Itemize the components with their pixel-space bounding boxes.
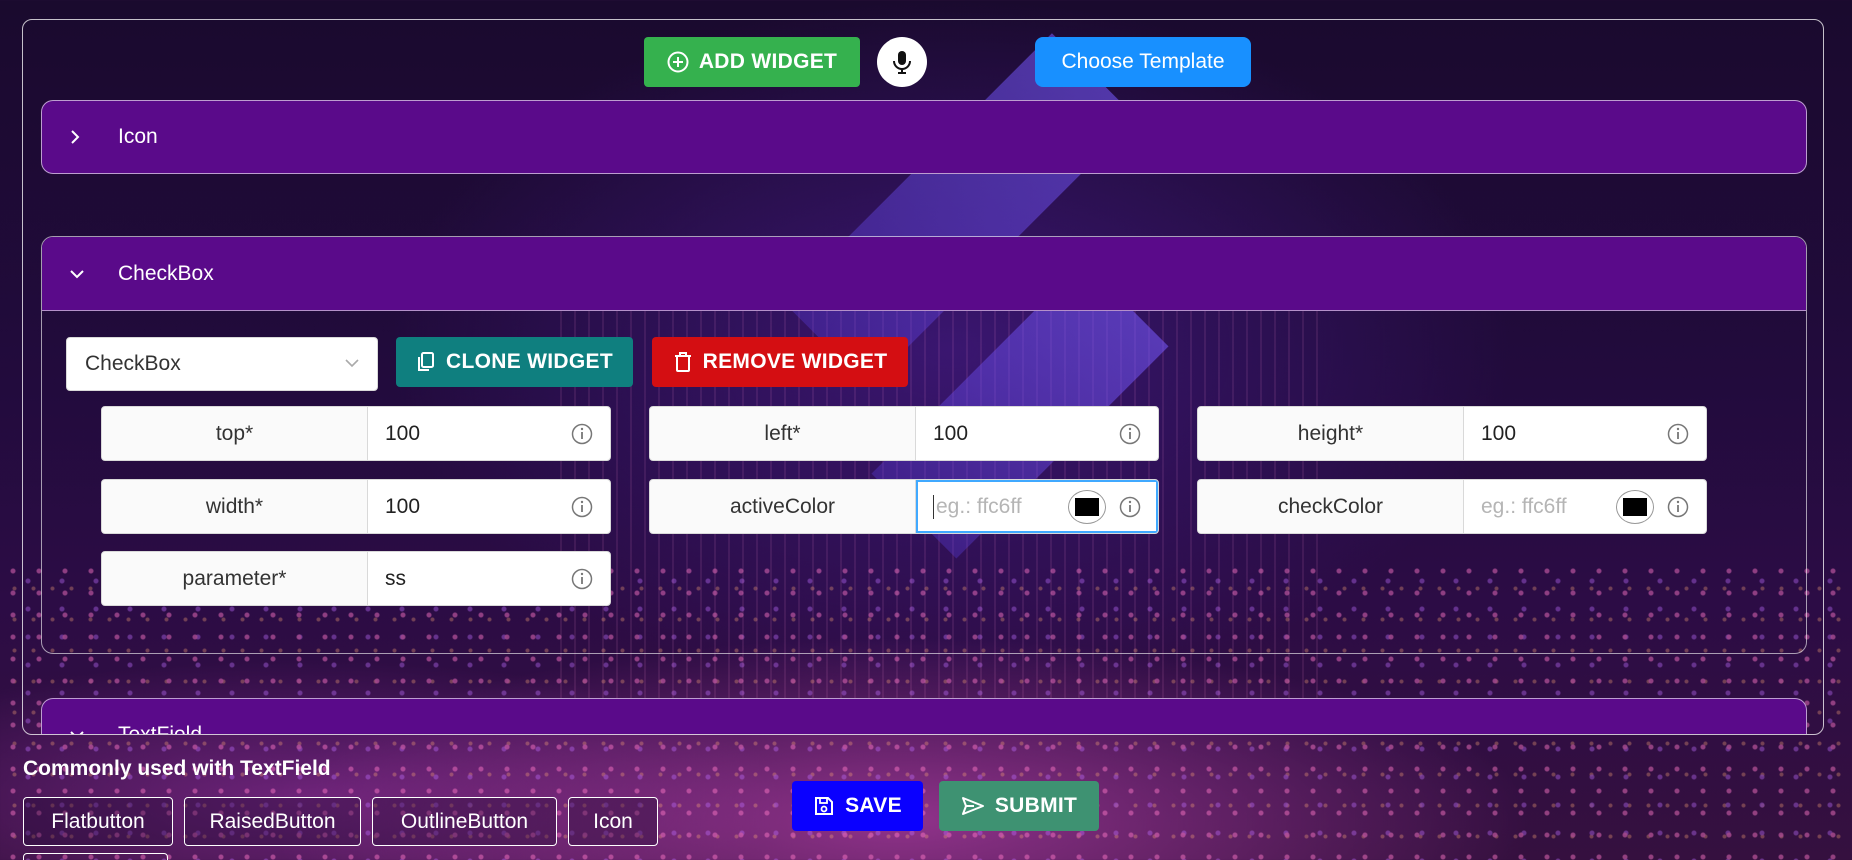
color-swatch-button[interactable] xyxy=(1068,490,1106,524)
chevron-right-icon xyxy=(68,128,96,146)
chevron-down-icon xyxy=(68,267,96,281)
plus-circle-icon xyxy=(667,51,689,73)
widget-type-value: CheckBox xyxy=(85,352,181,375)
field-active-color: activeColor eg.: ffc6ff xyxy=(649,479,1159,534)
parameter-input[interactable]: ss xyxy=(368,552,610,605)
clone-widget-label: CLONE WIDGET xyxy=(446,350,613,373)
info-icon[interactable] xyxy=(1119,423,1141,445)
field-label: checkColor xyxy=(1198,480,1464,533)
color-swatch xyxy=(1075,498,1099,516)
submit-label: SUBMIT xyxy=(994,794,1078,817)
field-parameter: parameter* ss xyxy=(101,551,611,606)
check-color-placeholder: eg.: ffc6ff xyxy=(1481,494,1567,518)
microphone-button[interactable] xyxy=(877,37,927,87)
field-width: width* 100 xyxy=(101,479,611,534)
field-top: top* 100 xyxy=(101,406,611,461)
accordion-checkbox: CheckBox CheckBox CLONE WIDGET REMOVE WI… xyxy=(41,236,1807,654)
width-input[interactable]: 100 xyxy=(368,480,610,533)
field-label: parameter* xyxy=(102,552,368,605)
chip-icon[interactable]: Icon xyxy=(568,797,658,846)
field-height: height* 100 xyxy=(1197,406,1707,461)
chip-overflow[interactable] xyxy=(23,853,168,860)
trash-icon xyxy=(674,352,691,372)
parameter-value: ss xyxy=(385,566,406,590)
widget-type-select[interactable]: CheckBox xyxy=(66,337,378,391)
save-label: SAVE xyxy=(845,794,902,817)
top-toolbar: ADD WIDGET Choose Template xyxy=(23,37,1823,89)
color-swatch-button[interactable] xyxy=(1616,490,1654,524)
remove-widget-label: REMOVE WIDGET xyxy=(702,350,888,373)
commonly-used-title: Commonly used with TextField xyxy=(23,757,331,780)
info-icon[interactable] xyxy=(571,568,593,590)
left-input[interactable]: 100 xyxy=(916,407,1158,460)
add-widget-label: ADD WIDGET xyxy=(698,50,838,73)
field-check-color: checkColor eg.: ffc6ff xyxy=(1197,479,1707,534)
info-icon[interactable] xyxy=(1119,496,1141,518)
microphone-icon xyxy=(893,51,911,74)
chip-flatbutton[interactable]: Flatbutton xyxy=(23,797,173,846)
accordion-checkbox-body: CheckBox CLONE WIDGET REMOVE WIDGET top*… xyxy=(42,311,1806,653)
height-value: 100 xyxy=(1481,421,1517,445)
active-color-placeholder: eg.: ffc6ff xyxy=(936,494,1022,518)
width-value: 100 xyxy=(385,494,421,518)
submit-button[interactable]: SUBMIT xyxy=(939,781,1099,831)
accordion-title: Icon xyxy=(118,125,158,148)
save-button[interactable]: SAVE xyxy=(792,781,923,831)
field-label: left* xyxy=(650,407,916,460)
info-icon[interactable] xyxy=(1667,496,1689,518)
clone-widget-button[interactable]: CLONE WIDGET xyxy=(396,337,633,387)
info-icon[interactable] xyxy=(571,423,593,445)
text-caret xyxy=(933,494,934,519)
remove-widget-button[interactable]: REMOVE WIDGET xyxy=(652,337,908,387)
accordion-title: TextField xyxy=(118,723,203,735)
left-value: 100 xyxy=(933,421,969,445)
chip-outlinebutton[interactable]: OutlineButton xyxy=(372,797,557,846)
chevron-down-icon xyxy=(68,728,96,734)
top-input[interactable]: 100 xyxy=(368,407,610,460)
send-icon xyxy=(961,797,984,815)
chip-raisedbutton[interactable]: RaisedButton xyxy=(184,797,361,846)
choose-template-button[interactable]: Choose Template xyxy=(1035,37,1251,87)
field-label: top* xyxy=(102,407,368,460)
accordion-title: CheckBox xyxy=(118,261,214,285)
add-widget-button[interactable]: ADD WIDGET xyxy=(644,37,860,87)
field-label: height* xyxy=(1198,407,1464,460)
accordion-icon-header[interactable]: Icon xyxy=(41,100,1807,174)
info-icon[interactable] xyxy=(1667,423,1689,445)
check-color-input[interactable]: eg.: ffc6ff xyxy=(1464,480,1706,533)
field-label: width* xyxy=(102,480,368,533)
active-color-input[interactable]: eg.: ffc6ff xyxy=(916,480,1158,533)
widget-editor-panel: ADD WIDGET Choose Template Icon CheckBox… xyxy=(22,19,1824,735)
height-input[interactable]: 100 xyxy=(1464,407,1706,460)
accordion-checkbox-header[interactable]: CheckBox xyxy=(42,237,1806,311)
info-icon[interactable] xyxy=(571,496,593,518)
field-label: activeColor xyxy=(650,480,916,533)
chevron-down-icon xyxy=(345,359,359,368)
save-icon xyxy=(815,797,834,815)
accordion-textfield-header[interactable]: TextField xyxy=(41,698,1807,735)
field-left: left* 100 xyxy=(649,406,1159,461)
copy-icon xyxy=(418,352,435,371)
color-swatch xyxy=(1623,498,1647,516)
top-value: 100 xyxy=(385,421,421,445)
